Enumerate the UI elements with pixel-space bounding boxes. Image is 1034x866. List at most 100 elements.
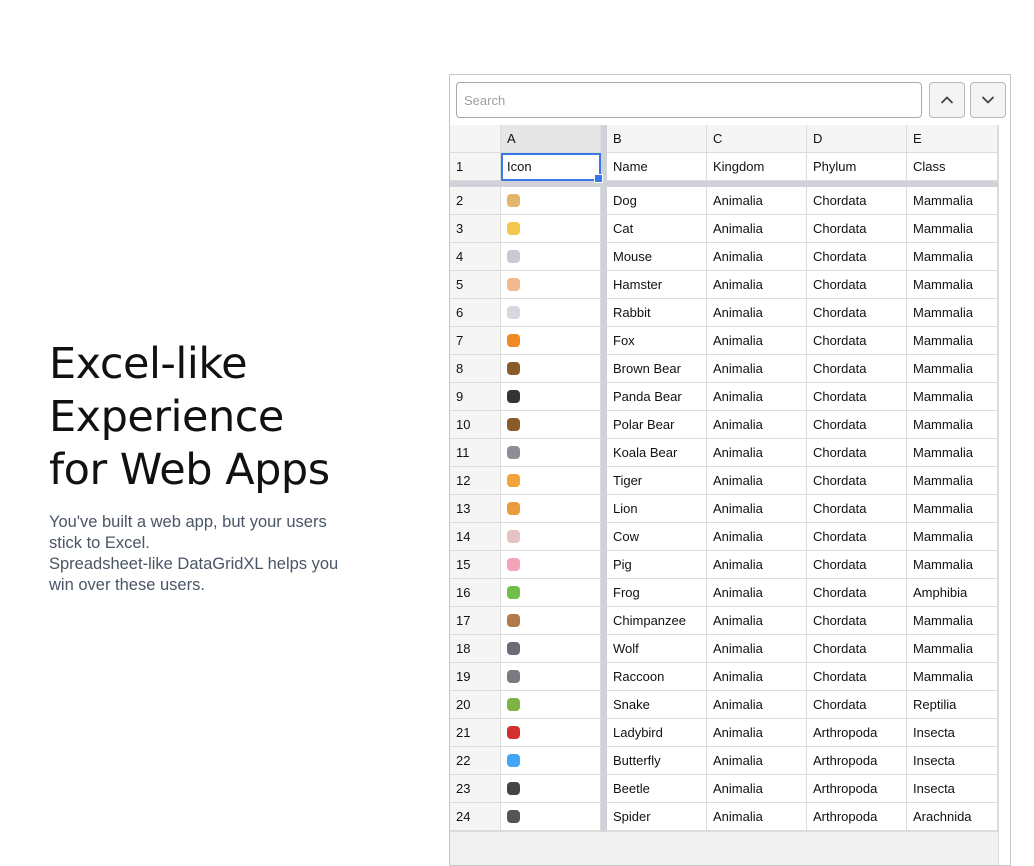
search-input[interactable] [456,82,922,118]
grid-cell[interactable]: Animalia [707,495,807,523]
grid-cell[interactable]: Chordata [807,299,907,327]
grid-cell[interactable]: Animalia [707,635,807,663]
grid-cell[interactable]: Ladybird [607,719,707,747]
grid-cell[interactable]: Mammalia [907,607,998,635]
row-number[interactable]: 6 [450,299,501,327]
grid-cell[interactable]: Animalia [707,299,807,327]
column-header-c[interactable]: C [707,125,807,153]
icon-cell[interactable] [501,747,601,775]
grid-cell[interactable]: Animalia [707,719,807,747]
grid-cell[interactable]: Arthropoda [807,747,907,775]
grid-cell[interactable]: Animalia [707,411,807,439]
grid-cell[interactable]: Butterfly [607,747,707,775]
grid-cell[interactable]: Animalia [707,355,807,383]
row-number[interactable]: 4 [450,243,501,271]
grid-cell[interactable]: Animalia [707,551,807,579]
grid-cell[interactable]: Mammalia [907,439,998,467]
icon-cell[interactable] [501,439,601,467]
grid-cell[interactable]: Mammalia [907,467,998,495]
row-number[interactable]: 17 [450,607,501,635]
grid-cell[interactable]: Chordata [807,523,907,551]
row-number[interactable]: 16 [450,579,501,607]
grid-cell[interactable]: Dog [607,187,707,215]
grid-cell[interactable]: Animalia [707,607,807,635]
grid-cell[interactable]: Mammalia [907,523,998,551]
next-match-button[interactable] [970,82,1006,118]
grid-cell[interactable]: Animalia [707,747,807,775]
grid-cell[interactable]: Panda Bear [607,383,707,411]
grid-cell[interactable]: Chordata [807,243,907,271]
grid-cell[interactable]: Insecta [907,775,998,803]
grid-cell[interactable]: Animalia [707,579,807,607]
row-number[interactable]: 24 [450,803,501,831]
grid-cell[interactable]: Chordata [807,383,907,411]
grid-cell[interactable]: Chordata [807,691,907,719]
grid-cell[interactable]: Fox [607,327,707,355]
icon-cell[interactable] [501,551,601,579]
icon-cell[interactable] [501,243,601,271]
grid-cell[interactable]: Chordata [807,215,907,243]
row-number[interactable]: 3 [450,215,501,243]
grid-cell[interactable]: Mammalia [907,299,998,327]
icon-cell[interactable] [501,383,601,411]
icon-cell[interactable] [501,523,601,551]
vertical-scrollbar[interactable] [998,125,1010,865]
grid-cell[interactable]: Hamster [607,271,707,299]
row-number[interactable]: 9 [450,383,501,411]
grid-cell[interactable]: Mammalia [907,495,998,523]
grid-cell[interactable]: Snake [607,691,707,719]
grid-cell[interactable]: Animalia [707,803,807,831]
row-number[interactable]: 8 [450,355,501,383]
grid-cell[interactable]: Animalia [707,775,807,803]
row-number[interactable]: 15 [450,551,501,579]
row-number[interactable]: 7 [450,327,501,355]
grid-cell[interactable]: Raccoon [607,663,707,691]
horizontal-scrollbar[interactable] [450,831,998,865]
grid-cell[interactable]: Beetle [607,775,707,803]
icon-cell[interactable] [501,467,601,495]
grid-cell[interactable]: Animalia [707,327,807,355]
grid-cell[interactable]: Chordata [807,355,907,383]
grid-cell[interactable]: Brown Bear [607,355,707,383]
grid-cell[interactable]: Polar Bear [607,411,707,439]
grid-cell[interactable]: Insecta [907,747,998,775]
grid-cell[interactable]: Chimpanzee [607,607,707,635]
icon-cell[interactable] [501,803,601,831]
grid-cell[interactable]: Arthropoda [807,775,907,803]
grid-cell[interactable]: Chordata [807,467,907,495]
grid-cell[interactable]: Mammalia [907,663,998,691]
grid-cell[interactable]: Mammalia [907,271,998,299]
row-number[interactable]: 14 [450,523,501,551]
icon-cell[interactable] [501,663,601,691]
grid-cell[interactable]: Mammalia [907,187,998,215]
icon-cell[interactable] [501,215,601,243]
icon-cell[interactable] [501,775,601,803]
grid-cell[interactable]: Mammalia [907,383,998,411]
column-header-d[interactable]: D [807,125,907,153]
row-number[interactable]: 5 [450,271,501,299]
grid-cell[interactable]: Arachnida [907,803,998,831]
row-number[interactable]: 19 [450,663,501,691]
grid-cell[interactable]: Chordata [807,607,907,635]
row-number[interactable]: 22 [450,747,501,775]
icon-cell[interactable] [501,271,601,299]
grid-cell[interactable]: Pig [607,551,707,579]
row-number[interactable]: 12 [450,467,501,495]
icon-cell[interactable] [501,691,601,719]
grid-cell[interactable]: Animalia [707,187,807,215]
grid-cell[interactable]: Animalia [707,439,807,467]
row-number[interactable]: 13 [450,495,501,523]
grid-cell[interactable]: Wolf [607,635,707,663]
grid-cell[interactable]: Chordata [807,411,907,439]
icon-cell[interactable] [501,355,601,383]
grid-cell[interactable]: Chordata [807,187,907,215]
row-number[interactable]: 11 [450,439,501,467]
grid-cell[interactable]: Chordata [807,635,907,663]
grid-cell[interactable]: Cow [607,523,707,551]
grid-cell[interactable]: Mammalia [907,355,998,383]
row-number[interactable]: 2 [450,187,501,215]
grid-cell[interactable]: Chordata [807,663,907,691]
grid-cell[interactable]: Animalia [707,243,807,271]
grid-cell[interactable]: Name [607,153,707,181]
grid-cell[interactable]: Animalia [707,383,807,411]
